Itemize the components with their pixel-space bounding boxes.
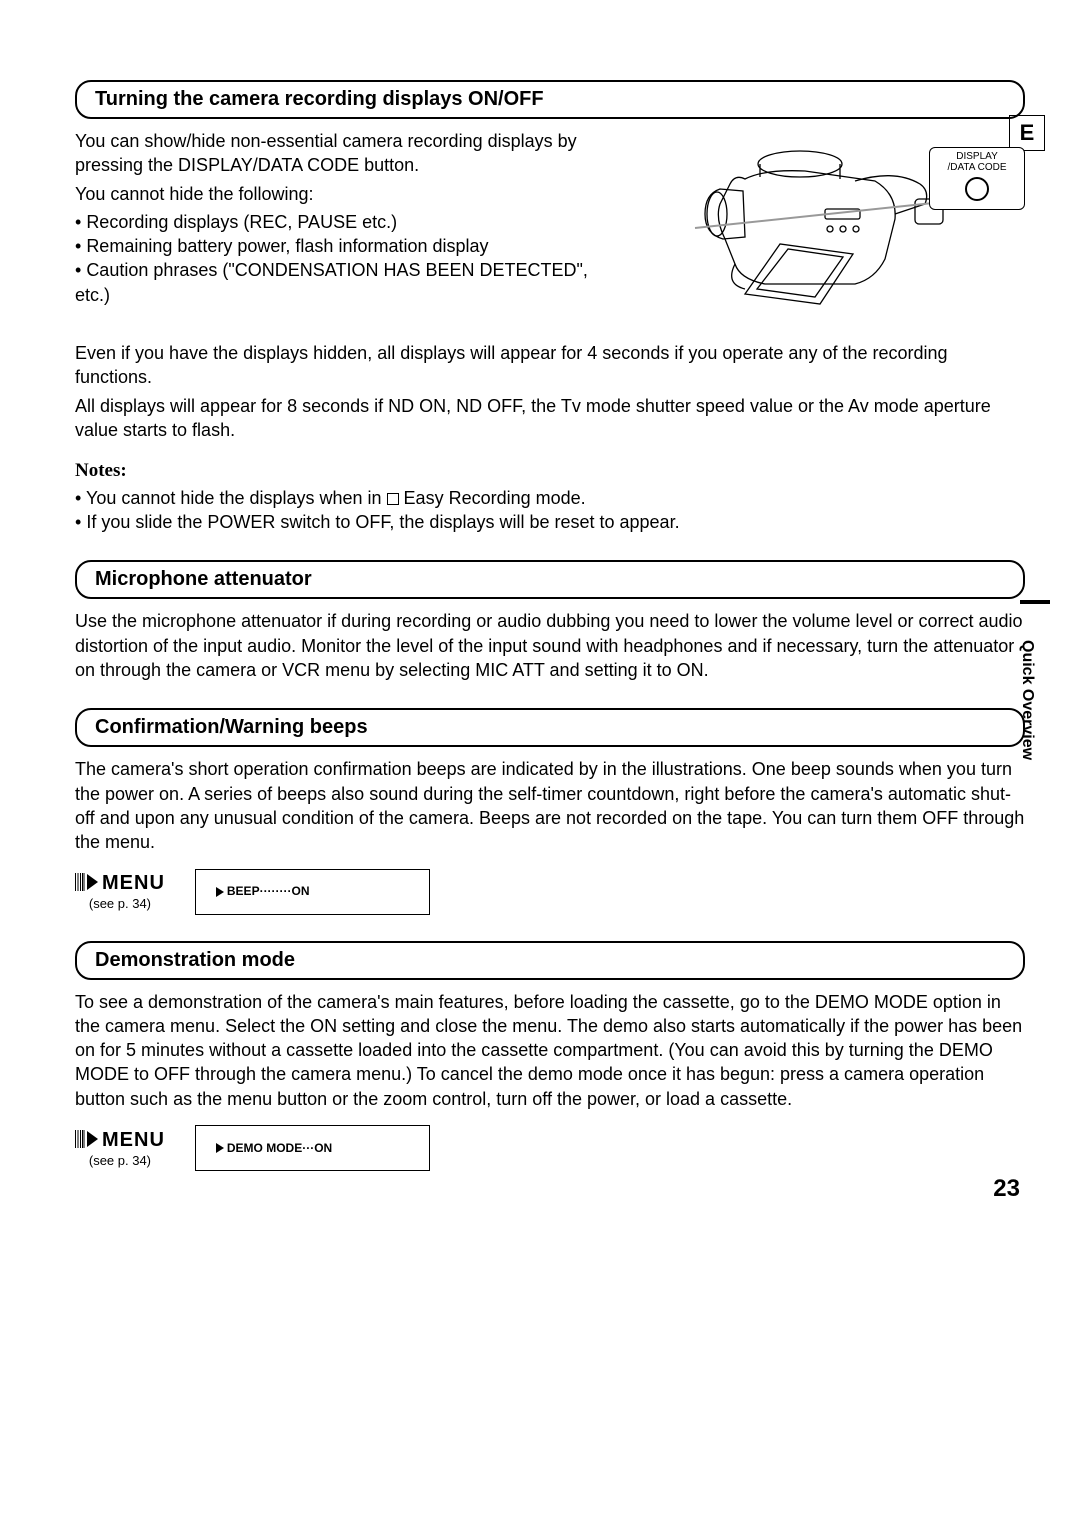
easy-recording-square-icon — [387, 493, 399, 505]
section-mic-attenuator: Microphone attenuator Use the microphone… — [75, 560, 1025, 682]
display-data-code-callout: DISPLAY /DATA CODE — [929, 147, 1025, 210]
menu-hatch-icon — [75, 873, 85, 891]
callout-text-1: DISPLAY — [933, 151, 1021, 162]
menu-play-icon-2 — [87, 1131, 98, 1147]
menu-hatch-icon-2 — [75, 1130, 85, 1148]
lcd-beep-text: BEEP········ON — [227, 883, 310, 899]
note-power-off: If you slide the POWER switch to OFF, th… — [75, 510, 1025, 534]
lcd-demo-text: DEMO MODE···ON — [227, 1140, 332, 1156]
displays-intro: You can show/hide non-essential camera r… — [75, 129, 615, 178]
menu-word: MENU — [102, 872, 165, 894]
beeps-body: The camera's short operation confirmatio… — [75, 757, 1025, 854]
section-demo-mode: Demonstration mode To see a demonstratio… — [75, 941, 1025, 1171]
section-beeps: Confirmation/Warning beeps The camera's … — [75, 708, 1025, 914]
menu-row-demo: MENU (see p. 34) DEMO MODE···ON — [75, 1125, 1025, 1171]
lcd-play-icon-2 — [216, 1143, 224, 1153]
mic-attenuator-body: Use the microphone attenuator if during … — [75, 609, 1025, 682]
side-section-label: Quick Overview — [1016, 640, 1038, 760]
displays-8sec: All displays will appear for 8 seconds i… — [75, 394, 1025, 443]
menu-word-2: MENU — [102, 1129, 165, 1151]
camera-illustration: DISPLAY /DATA CODE — [625, 129, 1025, 329]
menu-button-icon-2: MENU (see p. 34) — [75, 1127, 165, 1170]
displays-bullet-2: Remaining battery power, flash informati… — [75, 234, 615, 258]
page-number: 23 — [993, 1173, 1020, 1205]
lcd-beep-on: BEEP········ON — [195, 869, 430, 915]
menu-play-icon — [87, 874, 98, 890]
displays-4sec: Even if you have the displays hidden, al… — [75, 341, 1025, 390]
lcd-demo-on: DEMO MODE···ON — [195, 1125, 430, 1171]
displays-bullet-1: Recording displays (REC, PAUSE etc.) — [75, 210, 615, 234]
callout-button-icon — [965, 177, 989, 201]
section-header-mic: Microphone attenuator — [75, 560, 1025, 599]
menu-button-icon: MENU (see p. 34) — [75, 870, 165, 913]
callout-text-2: /DATA CODE — [933, 162, 1021, 173]
displays-bullet-3: Caution phrases ("CONDENSATION HAS BEEN … — [75, 258, 615, 307]
menu-row-beeps: MENU (see p. 34) BEEP········ON — [75, 869, 1025, 915]
menu-see-ref: (see p. 34) — [75, 895, 165, 913]
section-header-displays: Turning the camera recording displays ON… — [75, 80, 1025, 119]
side-bar-mark-top — [1020, 600, 1050, 604]
notes-heading: Notes: — [75, 458, 1025, 484]
section-header-beeps: Confirmation/Warning beeps — [75, 708, 1025, 747]
note-easy-recording: You cannot hide the displays when in Eas… — [75, 486, 1025, 510]
section-displays: Turning the camera recording displays ON… — [75, 80, 1025, 534]
lcd-play-icon — [216, 887, 224, 897]
displays-cannot-hide: You cannot hide the following: — [75, 182, 615, 206]
demo-body: To see a demonstration of the camera's m… — [75, 990, 1025, 1111]
section-header-demo: Demonstration mode — [75, 941, 1025, 980]
menu-see-ref-2: (see p. 34) — [75, 1152, 165, 1170]
